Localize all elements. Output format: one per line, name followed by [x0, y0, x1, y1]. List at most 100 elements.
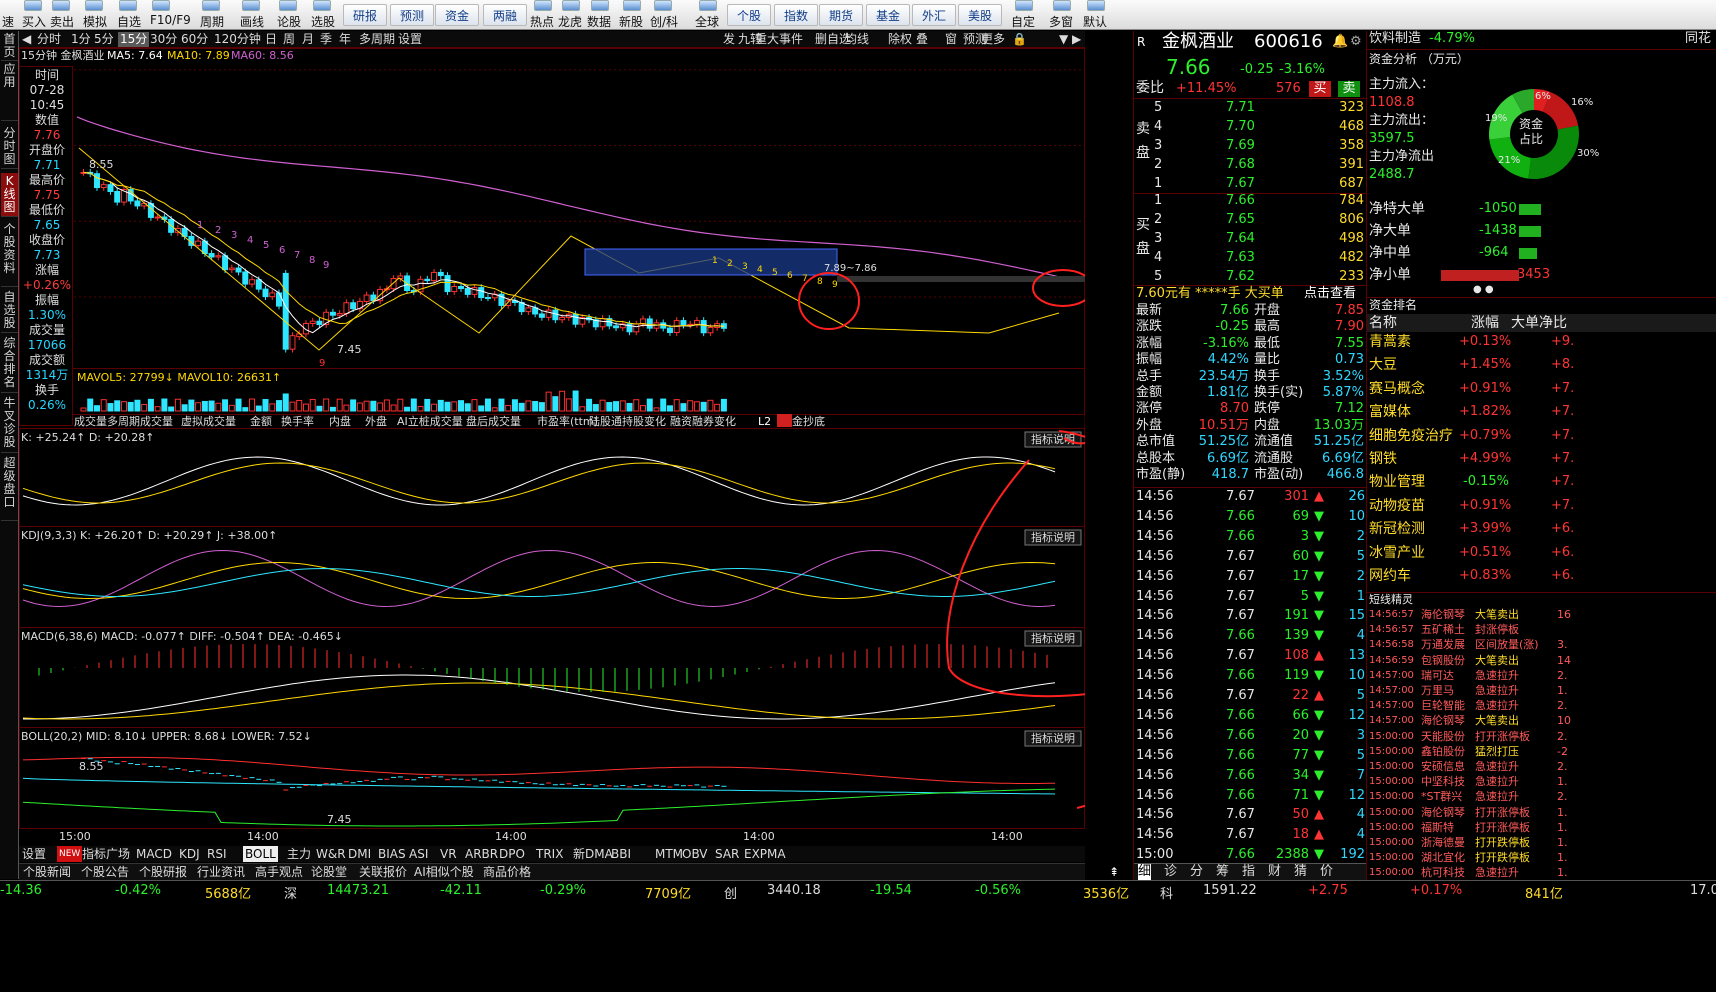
news-tab[interactable]: 个股公告 — [81, 864, 129, 880]
sl-stock[interactable]: 安硕信息 — [1421, 759, 1465, 775]
quote-tab[interactable]: 分 — [1190, 864, 1203, 880]
quote-tab[interactable]: 财 — [1268, 864, 1281, 880]
nav-6[interactable]: 综合排名 — [1, 335, 18, 393]
period-tab[interactable]: 设置 — [398, 32, 422, 47]
toolbar-item[interactable]: 龙虎 — [558, 13, 582, 30]
indicator-button[interactable]: DPO — [499, 846, 525, 862]
sl-stock[interactable]: 海伦钢琴 — [1421, 713, 1465, 729]
toolbar-button[interactable]: 基金 — [866, 4, 910, 26]
sl-stock[interactable]: 福斯特 — [1421, 820, 1454, 836]
period-tab[interactable]: 多周期 — [359, 32, 395, 47]
indicator-button[interactable]: 设置 — [22, 846, 46, 862]
toolbar-button[interactable]: 期货 — [819, 4, 863, 26]
chart-tool[interactable]: 更多 — [981, 32, 1005, 47]
quote-tab[interactable]: 诊 — [1164, 864, 1177, 880]
period-tab[interactable]: 5分 — [94, 32, 114, 47]
quote-tab[interactable]: 价 — [1320, 864, 1333, 880]
indicator-button[interactable]: TRIX — [536, 846, 563, 862]
sl-stock[interactable]: 巨轮智能 — [1421, 698, 1465, 714]
period-tab[interactable]: 1分 — [71, 32, 91, 47]
toolbar-button[interactable]: 个股 — [727, 4, 771, 26]
chart-tool[interactable]: 除权 — [888, 32, 912, 47]
toolbar-item[interactable]: 买入 — [22, 13, 46, 30]
sl-stock[interactable]: 万里马 — [1421, 683, 1454, 699]
indicator-button[interactable]: BOLL — [243, 846, 278, 862]
nav-0[interactable]: 首页 — [1, 31, 18, 61]
toolbar-button[interactable]: 外汇 — [912, 4, 956, 26]
news-tab[interactable]: AI相似个股 — [414, 864, 474, 880]
toolbar-button[interactable]: 指数 — [774, 4, 818, 26]
toolbar-item[interactable]: 多窗 — [1049, 13, 1073, 30]
toolbar-item[interactable]: 论股 — [277, 13, 301, 30]
gear-icon[interactable]: ⚙ — [1350, 34, 1362, 50]
news-tab[interactable]: 关联报价 — [359, 864, 407, 880]
next-arrow-icon[interactable]: ▼ ▶ — [1059, 32, 1081, 47]
toolbar-item[interactable]: 自选 — [117, 13, 141, 30]
sl-stock[interactable]: 万通发展 — [1421, 637, 1465, 653]
period-tab[interactable]: 30分 — [150, 32, 177, 47]
toolbar-button[interactable]: 研报 — [343, 4, 387, 26]
quote-tab[interactable]: 指 — [1242, 864, 1255, 880]
sl-stock[interactable]: 中坚科技 — [1421, 774, 1465, 790]
toolbar-button[interactable]: 预测 — [390, 4, 434, 26]
indicator-button[interactable]: DMI — [348, 846, 371, 862]
news-tab[interactable]: 个股研报 — [139, 864, 187, 880]
sl-stock[interactable]: 瑞可达 — [1421, 668, 1454, 684]
chart-svg[interactable]: 9.168.718.267.818.557.457.89~7.861234567… — [19, 48, 1085, 840]
panel2-help-button[interactable]: 指标说明 — [1031, 530, 1075, 544]
nav-1[interactable]: 应用 — [1, 61, 18, 121]
period-tab[interactable]: 60分 — [181, 32, 208, 47]
sl-stock[interactable]: 五矿稀土 — [1421, 622, 1465, 638]
chart-tool[interactable]: 叠 — [916, 32, 928, 47]
indicator-button[interactable]: RSI — [207, 846, 227, 862]
sl-stock[interactable]: 杭可科技 — [1421, 865, 1465, 881]
ranking-name[interactable]: 赛马概念 — [1369, 381, 1425, 397]
indicator-button[interactable]: VR — [440, 846, 457, 862]
toolbar-button[interactable]: 两融 — [483, 4, 527, 26]
indicator-button[interactable]: 主力 — [287, 846, 311, 862]
lock-icon[interactable]: 🔒 — [1012, 32, 1027, 47]
toolbar-item[interactable]: 速 — [2, 13, 14, 30]
ranking-name[interactable]: 富媒体 — [1369, 404, 1411, 420]
chart-tool[interactable]: 重大事件 — [755, 32, 803, 47]
indicator-tab[interactable]: 金额 — [250, 414, 272, 428]
indicator-tab[interactable]: 虚拟成交量 — [181, 414, 236, 428]
ranking-name[interactable]: 大豆 — [1369, 357, 1397, 373]
indicator-tab[interactable]: 成交量 — [74, 414, 107, 428]
indicator-tab[interactable]: L2 — [758, 415, 771, 428]
nav-7[interactable]: 牛叉诊股 — [1, 395, 18, 453]
news-tab[interactable]: 行业资讯 — [197, 864, 245, 880]
quote-tab[interactable]: 细 — [1138, 864, 1152, 880]
indicator-button[interactable]: ASI — [409, 846, 428, 862]
indicator-tab[interactable]: 盘后成交量 — [466, 414, 521, 428]
period-tab[interactable]: 15分 — [118, 32, 150, 47]
indicator-tab[interactable]: 换手率 — [281, 414, 314, 428]
ranking-name[interactable]: 网约车 — [1369, 568, 1411, 584]
indicator-tab[interactable]: 内盘 — [329, 414, 351, 428]
quote-tab[interactable]: 猜 — [1294, 864, 1307, 880]
bell-icon[interactable]: 🔔 — [1332, 34, 1348, 50]
indicator-button[interactable]: BBI — [611, 846, 631, 862]
toolbar-item[interactable]: 选股 — [311, 13, 335, 30]
indicator-tab[interactable]: 陆股通持股变化 — [589, 414, 666, 428]
period-tab[interactable]: 季 — [320, 32, 332, 47]
toolbar-button[interactable]: 资金 — [435, 4, 479, 26]
toolbar-item[interactable]: F10/F9 — [150, 13, 191, 27]
toolbar-item[interactable]: 创/科 — [650, 13, 678, 30]
indicator-button[interactable]: OBV — [682, 846, 708, 862]
scroll-top-icon[interactable]: ⇞ — [1109, 864, 1119, 880]
nav-4[interactable]: 个股资料 — [1, 221, 18, 287]
sl-stock[interactable]: 包钢股份 — [1421, 653, 1465, 669]
news-tab[interactable]: 个股新闻 — [23, 864, 71, 880]
sl-stock[interactable]: 浙海德曼 — [1421, 835, 1465, 851]
chart-tool[interactable]: 窗 — [945, 32, 957, 47]
sell-button[interactable]: 卖 — [1338, 81, 1360, 97]
ranking-name[interactable]: 冰雪产业 — [1369, 545, 1425, 561]
nav-8[interactable]: 超级盘口 — [1, 455, 18, 521]
toolbar-item[interactable]: 卖出 — [50, 13, 74, 30]
indicator-button[interactable]: KDJ — [179, 846, 200, 862]
indicator-button[interactable]: NEW — [57, 846, 83, 862]
nav-5[interactable]: 自选股 — [1, 289, 18, 333]
ranking-name[interactable]: 新冠检测 — [1369, 521, 1425, 537]
toolbar-item[interactable]: 新股 — [619, 13, 643, 30]
